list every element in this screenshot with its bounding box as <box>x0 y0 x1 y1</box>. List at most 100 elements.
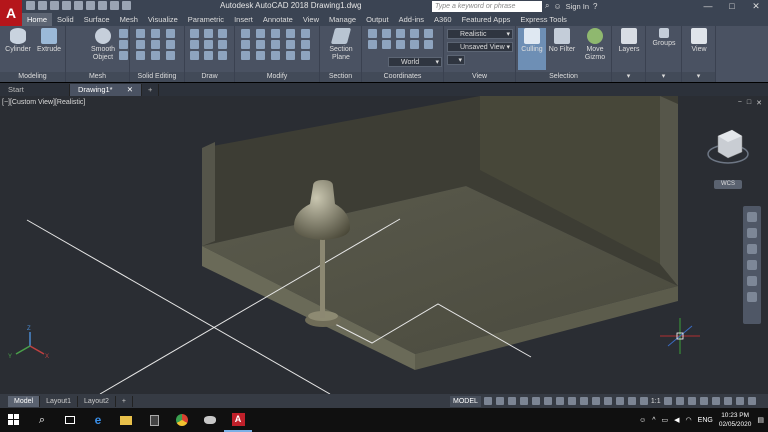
cloud-icon[interactable] <box>74 1 83 10</box>
named-view-select[interactable]: Unsaved View <box>447 42 513 52</box>
auto-scale-icon[interactable] <box>639 397 648 405</box>
annotation-scale[interactable]: 1:1 <box>651 398 661 405</box>
view-tools-panel-expand[interactable]: ▾ <box>682 72 715 82</box>
help-icon[interactable]: ? <box>593 2 597 11</box>
no-filter-button[interactable]: No Filter <box>547 28 577 54</box>
zoom-icon[interactable] <box>747 244 757 254</box>
polygon-icon[interactable] <box>218 40 227 49</box>
layout-tab-layout1[interactable]: Layout1 <box>40 395 78 407</box>
hardware-acceleration-icon[interactable] <box>723 397 732 405</box>
drawing-viewport[interactable]: Z X Y [−][Custom View][Realistic] − □ ✕ … <box>0 96 768 394</box>
orbit-icon[interactable] <box>747 260 757 270</box>
ucs-y-icon[interactable] <box>410 29 419 38</box>
layout-tab-model[interactable]: Model <box>8 395 41 407</box>
search-icon[interactable]: ⌕ <box>545 1 549 11</box>
intersect-icon[interactable] <box>136 51 145 60</box>
wifi-icon[interactable]: ◠ <box>686 416 692 424</box>
layout-tab-layout2[interactable]: Layout2 <box>78 395 116 407</box>
volume-icon[interactable]: ◀ <box>674 416 679 424</box>
search-input[interactable]: Type a keyword or phrase <box>432 1 542 12</box>
slice-icon[interactable] <box>151 51 160 60</box>
culling-button[interactable]: Culling <box>518 28 546 70</box>
task-view-icon[interactable] <box>56 408 84 432</box>
tab-visualize[interactable]: Visualize <box>143 13 183 26</box>
tab-express-tools[interactable]: Express Tools <box>515 13 572 26</box>
view-button[interactable]: View <box>684 28 714 54</box>
ucs-z-icon[interactable] <box>424 29 433 38</box>
object-snap-icon[interactable] <box>543 397 552 405</box>
navbar-menu-icon[interactable] <box>747 292 757 302</box>
gizmo-status-icon[interactable] <box>615 397 624 405</box>
redo-icon[interactable] <box>110 1 119 10</box>
draw-panel-label[interactable]: Draw <box>185 72 234 82</box>
isodraft-icon[interactable] <box>531 397 540 405</box>
join-icon[interactable] <box>286 51 295 60</box>
spline-icon[interactable] <box>190 51 199 60</box>
copy-icon[interactable] <box>241 40 250 49</box>
tab-solid[interactable]: Solid <box>52 13 79 26</box>
visual-style-select[interactable]: Realistic <box>447 29 513 39</box>
stretch-icon[interactable] <box>286 40 295 49</box>
arc-icon[interactable] <box>204 29 213 38</box>
minimize-button[interactable]: — <box>696 0 720 13</box>
mesh-tool-icon[interactable] <box>119 51 128 60</box>
doc-tab-start[interactable]: Start <box>0 84 70 96</box>
fillet-edge-icon[interactable] <box>151 29 160 38</box>
tab-annotate[interactable]: Annotate <box>258 13 298 26</box>
view-panel-label[interactable]: View <box>444 72 515 82</box>
array-icon[interactable] <box>256 51 265 60</box>
ellipse-icon[interactable] <box>204 51 213 60</box>
section-plane-button[interactable]: Section Plane <box>326 28 356 62</box>
grid-icon[interactable] <box>483 397 492 405</box>
autocad-logo-icon[interactable]: A <box>0 0 22 26</box>
maximize-button[interactable]: □ <box>720 0 744 13</box>
viewport-label[interactable]: [−][Custom View][Realistic] <box>2 99 85 106</box>
network-icon[interactable]: ▭ <box>662 416 669 424</box>
mesh-tool-icon[interactable] <box>119 40 128 49</box>
save-as-icon[interactable] <box>62 1 71 10</box>
ucs-x-icon[interactable] <box>396 29 405 38</box>
smooth-object-button[interactable]: Smooth Object <box>88 28 118 62</box>
offset-icon[interactable] <box>301 40 310 49</box>
units-icon[interactable] <box>687 397 696 405</box>
clock[interactable]: 10:23 PM 02/05/2020 <box>719 411 752 429</box>
ucs-face-icon[interactable] <box>396 40 405 49</box>
scale-icon[interactable] <box>241 51 250 60</box>
app-icon[interactable] <box>196 408 224 432</box>
polar-icon[interactable] <box>519 397 528 405</box>
explode-icon[interactable] <box>301 29 310 38</box>
ucs-world-select[interactable]: World <box>388 57 442 67</box>
fillet-icon[interactable] <box>271 40 280 49</box>
plus-icon[interactable] <box>675 397 684 405</box>
move-gizmo-button[interactable]: Move Gizmo <box>580 28 610 62</box>
people-icon[interactable]: ☺ <box>639 417 646 424</box>
selection-panel-label[interactable]: Selection <box>516 72 611 82</box>
mesh-tool-icon[interactable] <box>119 29 128 38</box>
break-icon[interactable] <box>301 51 310 60</box>
wcs-menu[interactable]: WCS <box>714 180 742 189</box>
transparency-icon[interactable] <box>567 397 576 405</box>
new-layout-button[interactable]: + <box>116 395 134 407</box>
align-icon[interactable] <box>271 51 280 60</box>
dynamic-ucs-icon[interactable] <box>603 397 612 405</box>
chamfer-edge-icon[interactable] <box>151 40 160 49</box>
isolate-objects-icon[interactable] <box>711 397 720 405</box>
tab-a360[interactable]: A360 <box>429 13 457 26</box>
union-icon[interactable] <box>136 29 145 38</box>
workspace-icon[interactable] <box>122 1 131 10</box>
modify-panel-label[interactable]: Modify <box>235 72 319 82</box>
file-explorer-icon[interactable] <box>112 408 140 432</box>
language-indicator[interactable]: ENG <box>698 417 713 424</box>
print-icon[interactable] <box>86 1 95 10</box>
model-space-button[interactable]: MODEL <box>450 395 481 407</box>
open-file-icon[interactable] <box>38 1 47 10</box>
ucs-zaxis-icon[interactable] <box>424 40 433 49</box>
tab-manage[interactable]: Manage <box>324 13 361 26</box>
mesh-panel-label[interactable]: Mesh <box>66 72 129 82</box>
shell-icon[interactable] <box>166 51 175 60</box>
windows-start-icon[interactable] <box>0 408 28 432</box>
groups-button[interactable]: Groups <box>649 28 679 48</box>
tab-parametric[interactable]: Parametric <box>183 13 229 26</box>
annotation-visibility-icon[interactable] <box>627 397 636 405</box>
move-icon[interactable] <box>241 29 250 38</box>
